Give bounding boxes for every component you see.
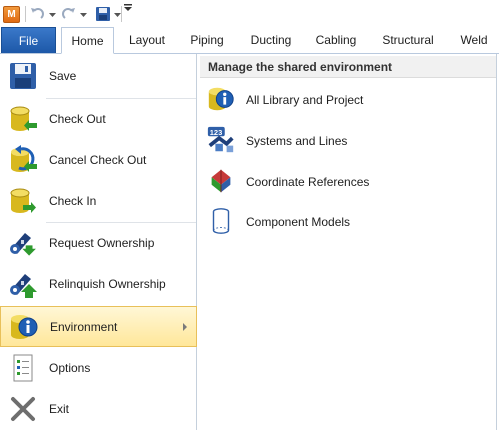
panel-item-label: Component Models — [246, 215, 351, 229]
panel-border — [496, 54, 497, 430]
panel-item-systems-and-lines[interactable]: 123 Systems and Lines — [202, 121, 492, 161]
menu-item-exit[interactable]: Exit — [0, 389, 197, 430]
undo-dropdown-arrow-icon[interactable] — [49, 12, 56, 18]
save-icon[interactable] — [95, 5, 111, 23]
menu-item-label: Cancel Check Out — [49, 153, 147, 167]
redo-dropdown-arrow-icon[interactable] — [80, 12, 87, 18]
panel-item-label: Systems and Lines — [246, 134, 348, 148]
ribbon-tab-bar: File Home Layout Piping Ducting Cabling … — [0, 27, 499, 54]
cylinder-model-icon — [212, 208, 230, 234]
relinquish-ownership-icon — [10, 274, 37, 298]
menu-item-label: Relinquish Ownership — [49, 277, 166, 291]
menu-item-check-out[interactable]: Check Out — [0, 99, 197, 140]
tab-piping[interactable]: Piping — [180, 27, 234, 53]
menu-item-label: Check Out — [49, 112, 106, 126]
file-tab[interactable]: File — [1, 27, 56, 53]
panel-item-component-models[interactable]: Component Models — [202, 202, 492, 242]
qat-separator — [25, 6, 26, 22]
panel-item-label: Coordinate References — [246, 175, 370, 189]
menu-item-environment[interactable]: Environment — [0, 306, 197, 347]
menu-item-label: Request Ownership — [49, 236, 155, 250]
tab-ducting[interactable]: Ducting — [241, 27, 301, 53]
panel-item-label: All Library and Project — [246, 93, 364, 107]
systems-lines-icon: 123 — [207, 126, 234, 153]
app-icon[interactable]: M — [3, 6, 20, 23]
cancel-check-out-icon — [11, 145, 37, 172]
request-ownership-icon — [10, 233, 36, 256]
coordinate-axes-icon — [211, 169, 231, 193]
check-out-icon — [10, 106, 37, 131]
environment-panel: Manage the shared environment All Librar… — [198, 54, 499, 430]
tab-structural[interactable]: Structural — [372, 27, 444, 53]
environment-icon — [11, 315, 38, 339]
options-icon — [13, 354, 33, 382]
chevron-right-icon — [183, 323, 187, 331]
redo-icon[interactable] — [61, 5, 77, 23]
menu-item-label: Check In — [49, 194, 97, 208]
qat-separator — [121, 6, 122, 22]
tab-home[interactable]: Home — [61, 27, 114, 54]
info-database-icon — [208, 87, 234, 111]
tab-cabling[interactable]: Cabling — [308, 27, 364, 53]
panel-title: Manage the shared environment — [208, 60, 393, 74]
menu-item-save[interactable]: Save — [0, 56, 197, 97]
tab-layout[interactable]: Layout — [121, 27, 173, 53]
undo-icon[interactable] — [29, 5, 45, 23]
panel-header: Manage the shared environment — [200, 56, 497, 78]
menu-item-label: Options — [49, 361, 91, 375]
menu-item-check-in[interactable]: Check In — [0, 181, 197, 222]
menu-item-request-ownership[interactable]: Request Ownership — [0, 223, 197, 264]
check-in-icon — [10, 188, 36, 213]
menu-item-cancel-check-out[interactable]: Cancel Check Out — [0, 140, 197, 181]
tab-weld[interactable]: Weld — [451, 27, 497, 53]
panel-item-all-library-and-project[interactable]: All Library and Project — [202, 80, 492, 120]
menu-item-label: Save — [49, 69, 77, 83]
quick-access-toolbar: M — [0, 0, 499, 27]
panel-item-coordinate-references[interactable]: Coordinate References — [202, 162, 492, 202]
menu-item-label: Exit — [49, 402, 70, 416]
menu-item-options[interactable]: Options — [0, 348, 197, 389]
exit-icon — [11, 397, 35, 421]
save-dropdown-arrow-icon[interactable] — [114, 12, 121, 18]
svg-text:123: 123 — [210, 128, 223, 137]
save-icon — [10, 63, 36, 89]
menu-item-relinquish-ownership[interactable]: Relinquish Ownership — [0, 264, 197, 305]
menu-item-label: Environment — [50, 320, 118, 334]
customize-qat-icon[interactable] — [124, 4, 132, 12]
backstage-menu: Save Check Out Cancel Check Out Check In — [0, 54, 197, 430]
